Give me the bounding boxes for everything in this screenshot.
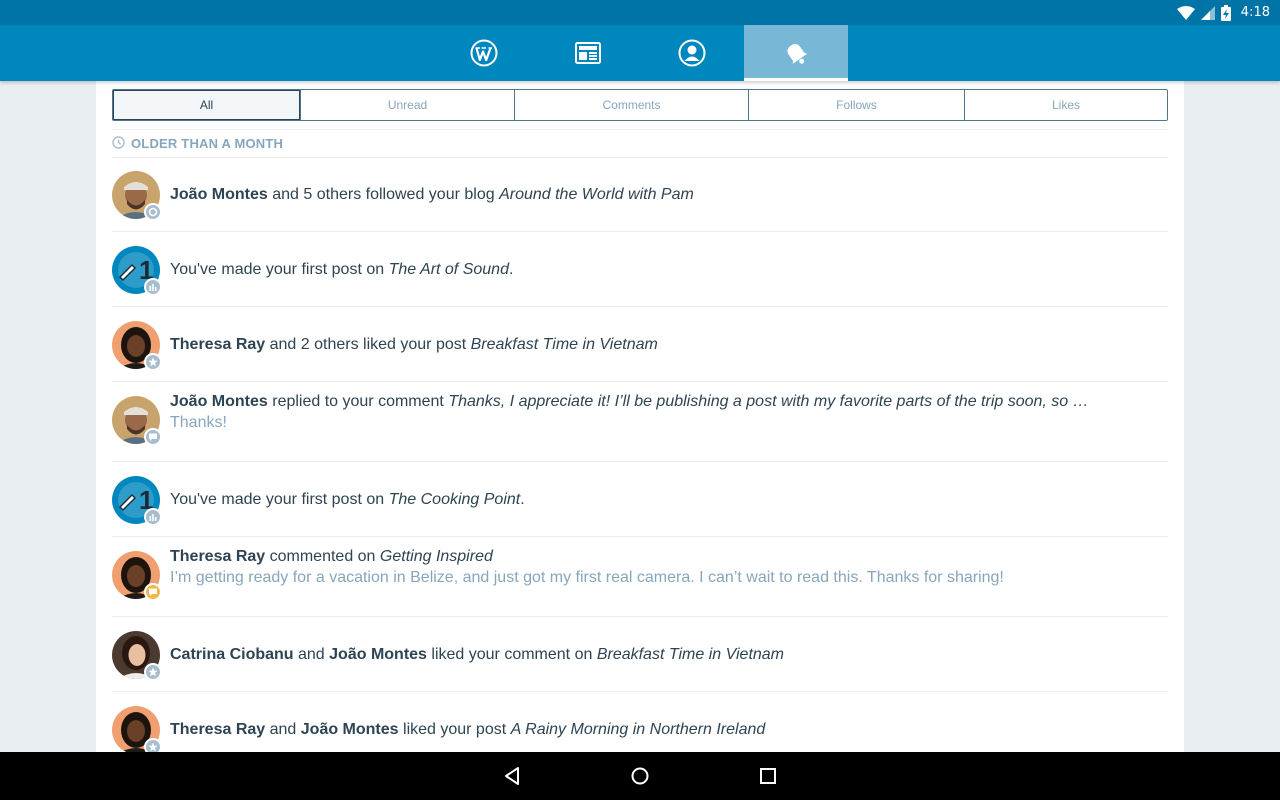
section-title: OLDER THAN A MONTH — [131, 136, 284, 151]
recents-icon[interactable] — [756, 764, 780, 788]
wordpress-icon — [470, 39, 498, 67]
filter-comments[interactable]: Comments — [515, 90, 749, 120]
battery-charging-icon — [1220, 4, 1231, 21]
note-target: The Cooking Point — [388, 491, 521, 508]
notification-text: João Montes and 5 others followed your b… — [170, 186, 694, 203]
notification-text: Theresa Ray and João Montes liked your p… — [170, 721, 766, 738]
stats-icon — [144, 278, 162, 296]
notification-row[interactable]: Theresa Ray and 2 others liked your post… — [112, 307, 1168, 382]
notification-row[interactable]: Theresa Ray and João Montes liked your p… — [112, 692, 1168, 752]
filter-all[interactable]: All — [113, 90, 301, 120]
status-time: 4:18 — [1240, 5, 1270, 20]
note-target: A Rainy Morning in Northern Ireland — [510, 721, 766, 738]
clock-icon — [112, 135, 125, 152]
section-header: OLDER THAN A MONTH — [112, 129, 1168, 158]
star-icon — [144, 663, 162, 681]
back-icon[interactable] — [500, 764, 524, 788]
notification-row[interactable]: 1 You've made your first post on The Coo… — [112, 462, 1168, 537]
note-actor-2: João Montes — [300, 721, 399, 738]
notification-filter-bar: All Unread Comments Follows Likes — [112, 89, 1168, 121]
filter-follows[interactable]: Follows — [749, 90, 965, 120]
tab-notifications[interactable] — [744, 25, 848, 81]
filter-unread[interactable]: Unread — [301, 90, 515, 120]
tab-reader[interactable] — [536, 25, 640, 81]
note-target: Breakfast Time in Vietnam — [470, 336, 658, 353]
top-navigation — [0, 25, 1280, 81]
notification-row[interactable]: Catrina Ciobanu and João Montes liked yo… — [112, 617, 1168, 692]
note-actor-2: João Montes — [329, 646, 427, 663]
notification-text: Theresa Ray commented on Getting Inspire… — [170, 548, 493, 565]
bell-icon — [782, 39, 810, 67]
notification-text: You've made your first post on The Cooki… — [170, 491, 525, 508]
note-actor: João Montes — [170, 186, 268, 203]
comment-icon — [144, 428, 162, 446]
note-target: Getting Inspired — [379, 548, 493, 565]
filter-likes[interactable]: Likes — [965, 90, 1167, 120]
status-bar: 4:18 — [0, 0, 1280, 25]
note-actor: Theresa Ray — [170, 721, 266, 738]
reader-icon — [575, 42, 601, 64]
notifications-panel: All Unread Comments Follows Likes OLDER … — [96, 81, 1184, 752]
note-target: Thanks, I appreciate it! I’ll be publish… — [448, 393, 1089, 410]
notification-text: Catrina Ciobanu and João Montes liked yo… — [170, 646, 785, 663]
stats-icon — [144, 508, 162, 526]
home-icon[interactable] — [628, 764, 652, 788]
notification-excerpt: I’m getting ready for a vacation in Beli… — [170, 569, 1004, 586]
notification-row[interactable]: 1 You've made your first post on The Art… — [112, 232, 1168, 307]
tab-me[interactable] — [640, 25, 744, 81]
notification-row[interactable]: João Montes replied to your comment Than… — [112, 382, 1168, 462]
star-icon — [144, 738, 162, 752]
follow-icon — [144, 203, 162, 221]
notification-row[interactable]: Theresa Ray commented on Getting Inspire… — [112, 537, 1168, 617]
note-actor: Theresa Ray — [170, 336, 266, 353]
note-actor: Catrina Ciobanu — [170, 646, 294, 663]
star-icon — [144, 353, 162, 371]
note-target: The Art of Sound — [388, 261, 509, 278]
notification-text: João Montes replied to your comment Than… — [170, 393, 1089, 410]
cell-signal-icon — [1200, 5, 1215, 20]
note-target: Breakfast Time in Vietnam — [596, 646, 785, 663]
notification-row[interactable]: João Montes and 5 others followed your b… — [112, 157, 1168, 232]
notification-text: Theresa Ray and 2 others liked your post… — [170, 336, 658, 353]
note-target: Around the World with Pam — [499, 186, 694, 203]
notification-excerpt: Thanks! — [170, 414, 227, 431]
notification-text: You've made your first post on The Art o… — [170, 261, 514, 278]
tab-my-sites[interactable] — [432, 25, 536, 81]
note-actor: João Montes — [170, 393, 268, 410]
comment-icon — [144, 583, 162, 601]
notification-list: João Montes and 5 others followed your b… — [112, 157, 1168, 752]
note-actor: Theresa Ray — [170, 548, 266, 565]
profile-icon — [678, 39, 706, 67]
wifi-icon — [1176, 5, 1195, 20]
system-navigation-bar — [0, 752, 1280, 800]
